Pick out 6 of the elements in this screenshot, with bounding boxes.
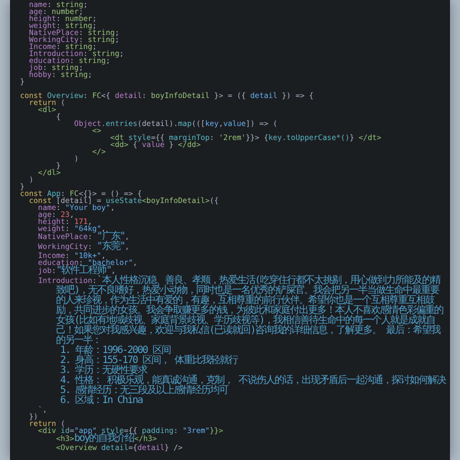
code-line: 3. 学历：无硬性要求	[59, 366, 148, 376]
code-line: 2. 身高：155-170 区间， 体重比我轻就行	[59, 356, 239, 366]
code-line: 5. 感情经历：无三段及以上感情经历均可	[59, 386, 230, 396]
code-line: 1. 年龄：1996-2000 区间	[59, 346, 172, 356]
code-line: 4. 性格： 积极乐观，能真诚沟通，克制， 不说伤人的话，出现矛盾后一起沟通，探讨如何解决	[59, 376, 444, 386]
code-line: 6. 区域：In China	[59, 396, 144, 406]
